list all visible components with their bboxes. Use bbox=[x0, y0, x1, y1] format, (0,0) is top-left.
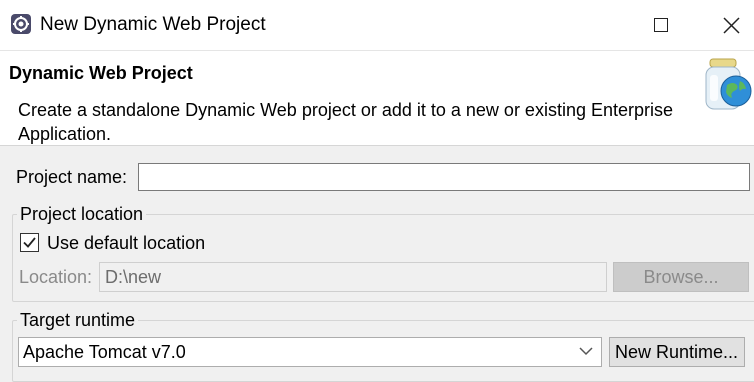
checkmark-icon bbox=[23, 237, 36, 248]
close-button[interactable] bbox=[700, 0, 754, 50]
new-runtime-button[interactable]: New Runtime... bbox=[609, 337, 745, 367]
project-name-input[interactable] bbox=[138, 163, 750, 191]
project-name-label: Project name: bbox=[16, 167, 128, 187]
project-location-title: Project location bbox=[17, 204, 147, 225]
title-bar: New Dynamic Web Project bbox=[0, 0, 754, 51]
location-input[interactable]: D:\new bbox=[99, 262, 607, 292]
location-label: Location: bbox=[19, 267, 93, 287]
browse-button[interactable]: Browse... bbox=[613, 262, 749, 292]
wizard-header: Dynamic Web Project Create a standalone … bbox=[0, 51, 754, 146]
use-default-location-checkbox[interactable] bbox=[20, 233, 39, 252]
target-runtime-value: Apache Tomcat v7.0 bbox=[23, 342, 186, 362]
page-description: Create a standalone Dynamic Web project … bbox=[18, 100, 674, 144]
maximize-button[interactable] bbox=[630, 0, 690, 50]
page-title: Dynamic Web Project bbox=[9, 63, 193, 83]
web-jar-globe-icon bbox=[705, 58, 752, 110]
use-default-location-label: Use default location bbox=[47, 233, 206, 253]
target-runtime-select[interactable]: Apache Tomcat v7.0 bbox=[18, 337, 602, 367]
target-runtime-title: Target runtime bbox=[17, 310, 139, 331]
close-icon bbox=[723, 17, 740, 34]
maximize-icon bbox=[654, 18, 668, 32]
window-title: New Dynamic Web Project bbox=[40, 14, 266, 35]
chevron-down-icon bbox=[579, 347, 593, 356]
eclipse-gear-icon bbox=[11, 14, 31, 34]
